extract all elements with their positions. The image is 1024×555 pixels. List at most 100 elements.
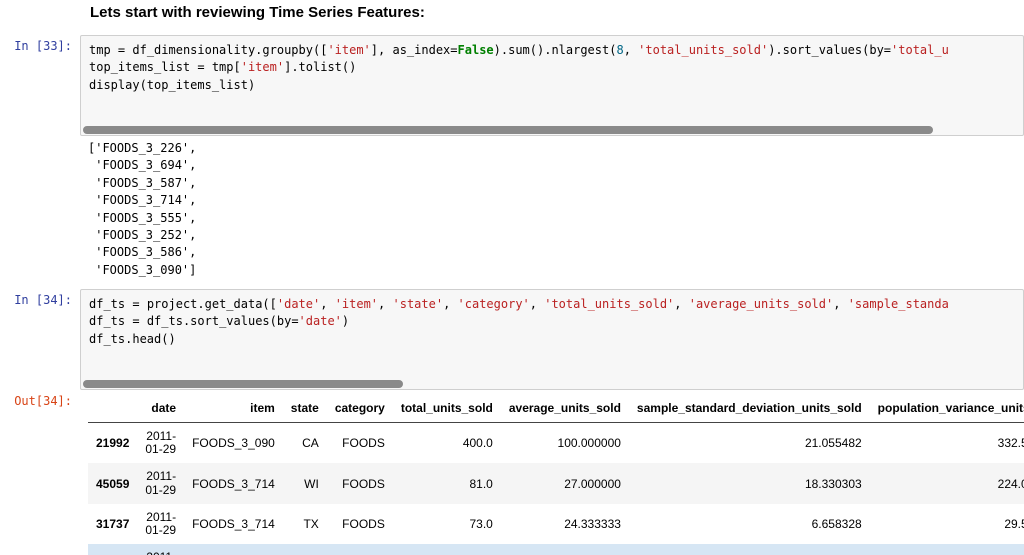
code-token: = <box>132 297 139 311</box>
cell-total: 73.0 <box>393 504 501 544</box>
cell-category: FOODS <box>327 463 393 503</box>
cell-state: CA <box>283 544 327 555</box>
row-index: 21992 <box>88 423 137 464</box>
empty-prompt <box>0 136 80 283</box>
code-token: = <box>450 43 457 57</box>
horizontal-scrollbar[interactable] <box>83 126 933 134</box>
code-token: tmp[ <box>205 60 241 74</box>
output-cell-34: Out[34]: date item state category total_… <box>0 390 1024 555</box>
col-header: item <box>184 394 283 423</box>
index-header <box>88 394 137 423</box>
code-token: , <box>624 43 638 57</box>
cell-total: 400.0 <box>393 423 501 464</box>
code-token: 'category' <box>458 297 530 311</box>
cell-pvar: 282.500000 <box>870 544 1024 555</box>
cell-state: WI <box>283 463 327 503</box>
horizontal-scrollbar[interactable] <box>83 380 403 388</box>
cell-category: FOODS <box>327 423 393 464</box>
col-header: total_units_sold <box>393 394 501 423</box>
col-header: sample_standard_deviation_units_sold <box>629 394 870 423</box>
table-row: 219922011-01-29FOODS_3_090CAFOODS400.010… <box>88 423 1024 464</box>
code-token: 'date' <box>277 297 320 311</box>
code-token: ).sum().nlargest( <box>494 43 617 57</box>
code-token: , <box>833 297 847 311</box>
code-token: = <box>291 314 298 328</box>
cell-avg: 27.000000 <box>501 463 629 503</box>
code-token: ].tolist() <box>284 60 356 74</box>
code-token: 'total_units_sold' <box>544 297 674 311</box>
code-token: top_items_list <box>89 60 197 74</box>
code-token: 8 <box>616 43 623 57</box>
cell-category: FOODS <box>327 504 393 544</box>
cell-avg: 24.333333 <box>501 504 629 544</box>
code-token: = <box>197 60 204 74</box>
code-token: df_ts <box>89 297 132 311</box>
code-input-area[interactable]: tmp = df_dimensionality.groupby(['item']… <box>80 35 1024 136</box>
code-cell-33: In [33]: tmp = df_dimensionality.groupby… <box>0 35 1024 136</box>
code-token: df_ts.sort_values(by <box>140 314 292 328</box>
dataframe-output: date item state category total_units_sol… <box>80 394 1024 555</box>
cell-sstd: 21.055482 <box>629 423 870 464</box>
cell-pvar: 224.000000 <box>870 463 1024 503</box>
cell-pvar: 29.555556 <box>870 504 1024 544</box>
code-token: = <box>884 43 891 57</box>
code-input-area[interactable]: df_ts = project.get_data(['date', 'item'… <box>80 289 1024 390</box>
code-token: ).sort_values(by <box>768 43 884 57</box>
cell-sstd: 18.330303 <box>629 463 870 503</box>
input-prompt: In [34]: <box>0 289 80 390</box>
cell-date: 2011-01-29 <box>137 463 184 503</box>
cell-item: FOODS_3_714 <box>184 463 283 503</box>
row-index: 31737 <box>88 504 137 544</box>
dataframe-table: date item state category total_units_sol… <box>88 394 1024 555</box>
table-row: 8792011-01-29FOODS_3_714CAFOODS84.021.00… <box>88 544 1024 555</box>
col-header: category <box>327 394 393 423</box>
code-token: , <box>674 297 688 311</box>
stdout-output: ['FOODS_3_226', 'FOODS_3_694', 'FOODS_3_… <box>80 136 1024 283</box>
row-index: 45059 <box>88 463 137 503</box>
code-token: df_ts.head() <box>89 332 176 346</box>
cell-date: 2011-01-29 <box>137 504 184 544</box>
code-token: 'item' <box>241 60 284 74</box>
cell-item: FOODS_3_714 <box>184 504 283 544</box>
code-token: 'total_u <box>891 43 949 57</box>
cell-category: FOODS <box>327 544 393 555</box>
cell-date: 2011-01-29 <box>137 544 184 555</box>
code-token: 'sample_standa <box>848 297 949 311</box>
section-heading: Lets start with reviewing Time Series Fe… <box>90 0 1024 21</box>
cell-state: TX <box>283 504 327 544</box>
code-token: project.get_data([ <box>140 297 277 311</box>
col-header: date <box>137 394 184 423</box>
code-token: 'item' <box>335 297 378 311</box>
code-token: , <box>530 297 544 311</box>
cell-date: 2011-01-29 <box>137 423 184 464</box>
cell-total: 84.0 <box>393 544 501 555</box>
code-token: , <box>320 297 334 311</box>
code-token: 'state' <box>393 297 444 311</box>
code-token: 'total_units_sold' <box>638 43 768 57</box>
code-token: 'date' <box>299 314 342 328</box>
code-token: ], as_index <box>371 43 450 57</box>
input-prompt: In [33]: <box>0 35 80 136</box>
cell-avg: 21.00000 <box>501 544 629 555</box>
code-token: display(top_items_list) <box>89 78 255 92</box>
row-index: 879 <box>88 544 137 555</box>
cell-avg: 100.000000 <box>501 423 629 464</box>
code-token: False <box>458 43 494 57</box>
table-header-row: date item state category total_units_sol… <box>88 394 1024 423</box>
col-header: average_units_sold <box>501 394 629 423</box>
code-token: df_ts <box>89 314 132 328</box>
table-row: 450592011-01-29FOODS_3_714WIFOODS81.027.… <box>88 463 1024 503</box>
output-prompt: Out[34]: <box>0 390 80 555</box>
code-token: = <box>132 314 139 328</box>
table-row: 317372011-01-29FOODS_3_714TXFOODS73.024.… <box>88 504 1024 544</box>
code-token: , <box>378 297 392 311</box>
code-token: df_dimensionality.groupby([ <box>125 43 327 57</box>
code-cell-34: In [34]: df_ts = project.get_data(['date… <box>0 289 1024 390</box>
code-token: 'item' <box>327 43 370 57</box>
cell-item: FOODS_3_714 <box>184 544 283 555</box>
col-header: population_variance_units_sold <box>870 394 1024 423</box>
code-token: ) <box>342 314 349 328</box>
code-token: 'average_units_sold' <box>689 297 834 311</box>
cell-state: CA <box>283 423 327 464</box>
col-header: state <box>283 394 327 423</box>
